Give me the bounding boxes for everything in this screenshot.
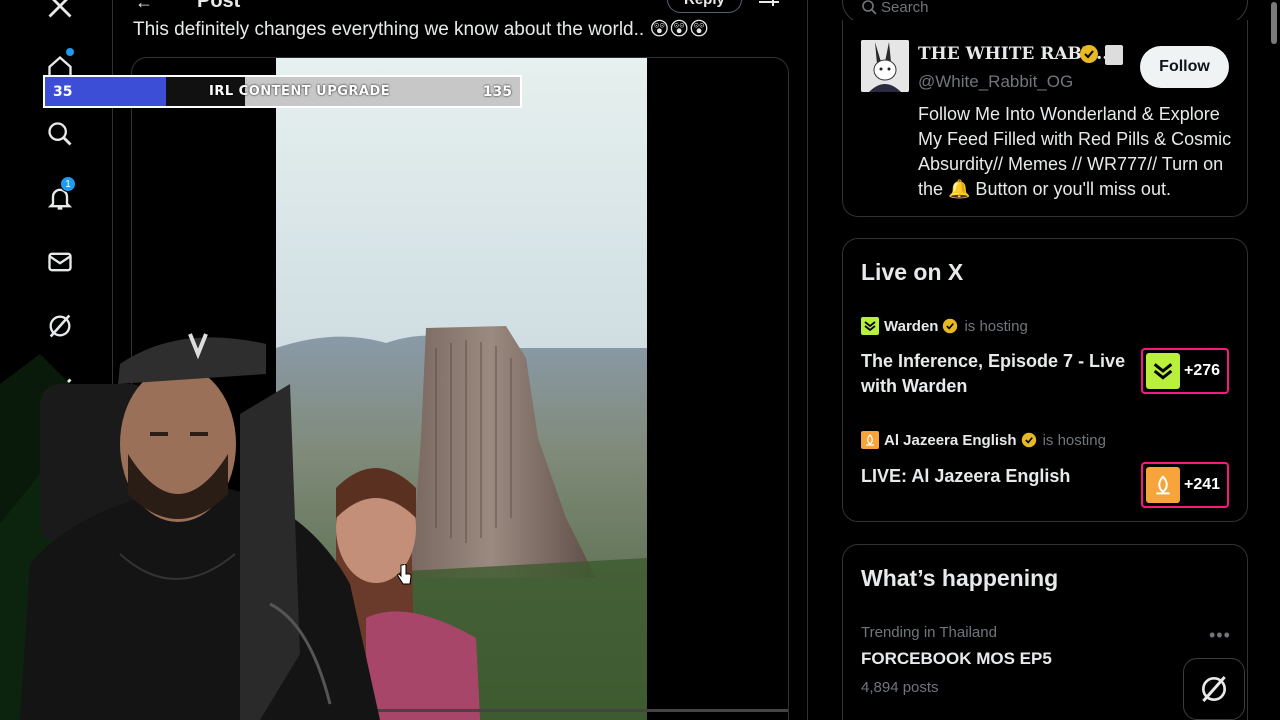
space-host-status: is hosting <box>1042 431 1106 449</box>
verified-badge-icon <box>1080 45 1098 63</box>
space-host-name: Al Jazeera English <box>884 431 1017 449</box>
search-icon[interactable] <box>42 116 78 152</box>
listener-avatar <box>1146 467 1180 503</box>
trends-section-title: What’s happening <box>861 565 1059 591</box>
space-host-row[interactable]: Al Jazeera English is hosting <box>861 431 1106 449</box>
space-listeners[interactable]: +241 <box>1141 462 1229 508</box>
profile-handle[interactable]: @White_Rabbit_OG <box>918 72 1073 92</box>
mail-icon[interactable] <box>42 244 78 280</box>
right-sidebar: Search THE WHITE RABB... @White_Rabbit_O… <box>842 0 1248 720</box>
reply-button[interactable]: Reply <box>667 0 742 13</box>
grok-icon <box>1202 676 1226 702</box>
notifications-badge: 1 <box>60 176 76 192</box>
adjust-icon[interactable] <box>759 0 779 6</box>
avatar[interactable] <box>861 40 909 92</box>
page-scrollbar[interactable] <box>1268 0 1280 720</box>
profile-bio: Follow Me Into Wonderland & Explore My F… <box>918 104 1232 199</box>
page-title: Post <box>197 0 241 12</box>
home-unread-dot <box>66 48 74 56</box>
chess-emoji-icon <box>1105 45 1123 65</box>
post-header: ← Post Reply <box>113 0 807 16</box>
space-host-status: is hosting <box>964 317 1028 335</box>
hand-cursor-icon <box>397 564 412 585</box>
live-on-x-card: Live on X Warden is hosting The Inferenc… <box>842 238 1248 522</box>
back-arrow-icon[interactable]: ← <box>135 0 153 13</box>
listener-count: +276 <box>1184 362 1221 379</box>
follow-button[interactable]: Follow <box>1140 46 1229 88</box>
streamer-webcam <box>0 324 380 720</box>
x-logo-icon[interactable] <box>42 0 78 24</box>
grok-floating-button[interactable] <box>1183 658 1245 720</box>
space-host-name: Warden <box>884 317 939 335</box>
stream-goal-bar: 35 IRL CONTENT UPGRADE 135 <box>43 75 522 108</box>
trend-post-count: 4,894 posts <box>861 679 939 696</box>
space-host-row[interactable]: Warden is hosting <box>861 317 1028 335</box>
space-title[interactable]: The Inference, Episode 7 - Live with War… <box>861 349 1131 399</box>
more-options-icon[interactable]: ••• <box>1209 625 1231 646</box>
tweet-text: This definitely changes everything we kn… <box>133 19 709 40</box>
trend-meta: Trending in Thailand <box>861 624 997 641</box>
warden-logo-icon <box>861 317 879 335</box>
space-listeners[interactable]: +276 <box>1141 348 1229 394</box>
verified-badge-icon <box>943 318 958 334</box>
who-to-follow-card: THE WHITE RABB... @White_Rabbit_OG Follo… <box>842 20 1248 217</box>
verified-badge-icon <box>1021 432 1036 448</box>
search-placeholder: Search <box>881 0 929 16</box>
goal-current: 35 <box>53 83 73 100</box>
space-title[interactable]: LIVE: Al Jazeera English <box>861 464 1131 489</box>
trend-name[interactable]: FORCEBOOK MOS EP5 <box>861 649 1052 669</box>
listener-avatar <box>1146 353 1180 389</box>
search-icon <box>862 0 877 15</box>
goal-target: 135 <box>482 83 512 100</box>
live-section-title: Live on X <box>861 259 964 285</box>
scrollbar-thumb[interactable] <box>1271 2 1277 44</box>
goal-label: IRL CONTENT UPGRADE <box>209 84 391 99</box>
bell-icon[interactable]: 1 <box>42 176 78 216</box>
al-jazeera-logo-icon <box>861 431 879 449</box>
listener-count: +241 <box>1184 476 1221 493</box>
